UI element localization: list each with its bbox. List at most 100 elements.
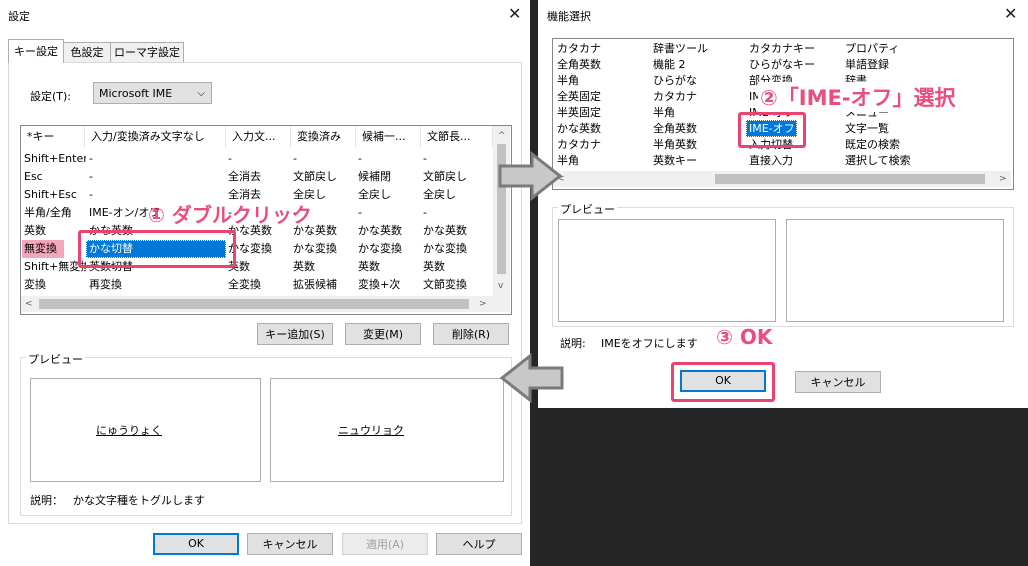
- cell-phrase: -: [423, 152, 427, 165]
- list-item[interactable]: 半角: [653, 105, 745, 121]
- cell-converted: 英数: [293, 260, 315, 273]
- list-item[interactable]: 文字一覧: [845, 121, 937, 137]
- column-header-phrase[interactable]: 文節長...: [421, 126, 493, 148]
- apply-button[interactable]: 適用(A): [342, 533, 428, 555]
- cell-candidates: かな変換: [358, 242, 402, 255]
- column-header-candidates[interactable]: 候補一...: [356, 126, 421, 148]
- list-item[interactable]: 半角: [557, 73, 649, 89]
- close-icon[interactable]: ✕: [1004, 6, 1017, 22]
- list-item[interactable]: プロパティ: [845, 41, 937, 57]
- cell-input: -: [228, 152, 232, 165]
- function-description-text: IMEをオフにします: [601, 337, 698, 350]
- function-preview-right: [786, 219, 1004, 322]
- list-item[interactable]: カタカナ: [557, 41, 649, 57]
- close-icon[interactable]: ✕: [508, 6, 521, 22]
- list-item[interactable]: ひらがなキー: [749, 57, 841, 73]
- list-item[interactable]: 半英固定: [557, 105, 649, 121]
- preview-hiragana-text: にゅうりょく: [96, 424, 162, 437]
- list-item[interactable]: 半角: [557, 153, 649, 169]
- list-item[interactable]: 辞書ツール: [653, 41, 745, 57]
- scroll-up-icon[interactable]: ^: [498, 128, 506, 144]
- cell-phrase: 文節変換: [423, 278, 467, 291]
- cancel-button[interactable]: キャンセル: [247, 533, 333, 555]
- cell-key: Shift+無変換: [24, 260, 86, 273]
- list-item[interactable]: 選択して検索: [845, 153, 937, 169]
- setting-select[interactable]: Microsoft IME ⌵: [93, 82, 212, 104]
- list-item[interactable]: カタカナ: [557, 137, 649, 153]
- cell-candidates: 候補閉: [358, 170, 391, 183]
- settings-dialog: 設定 ✕ キー設定 色設定 ローマ字設定 設定(T): Microsoft IM…: [0, 0, 530, 566]
- scroll-down-icon[interactable]: v: [498, 278, 503, 294]
- cell-no-input: -: [89, 170, 93, 183]
- scroll-right-icon[interactable]: >: [479, 296, 487, 312]
- list-item[interactable]: 英数キー: [653, 153, 745, 169]
- cell-no-input: -: [89, 152, 93, 165]
- tab-romaji-settings[interactable]: ローマ字設定: [110, 42, 184, 63]
- cell-key: 半角/全角: [24, 206, 72, 219]
- cell-converted: -: [293, 152, 297, 165]
- ok-button[interactable]: OK: [153, 533, 239, 555]
- list-item[interactable]: カタカナ: [653, 89, 745, 105]
- scroll-right-icon[interactable]: >: [999, 171, 1007, 187]
- column-header-no-input[interactable]: 入力/変換済み文字なし: [85, 126, 226, 148]
- column-header-input[interactable]: 入力文...: [226, 126, 291, 148]
- cell-converted: 文節戻し: [293, 170, 337, 183]
- add-key-button[interactable]: キー追加(S): [257, 323, 333, 345]
- change-button[interactable]: 変更(M): [345, 323, 421, 345]
- cell-converted: 拡張候補: [293, 278, 337, 291]
- chevron-down-icon: ⌵: [197, 88, 205, 99]
- table-row[interactable]: Esc - 全消去 文節戻し 候補閉 文節戻し: [21, 168, 493, 186]
- highlight-box-step3: [671, 362, 775, 402]
- function-dialog: 機能選択 ✕ カタカナ 全角英数 半角 全英固定 半英固定 かな英数 カタカナ 半角 辞書ツール…: [538, 0, 1028, 408]
- list-item[interactable]: 既定の検索: [845, 137, 937, 153]
- list-item[interactable]: ひらがな: [653, 73, 745, 89]
- tab-key-settings[interactable]: キー設定: [8, 39, 64, 63]
- callout-step1: ① ダブルクリック: [148, 203, 312, 227]
- list-item[interactable]: 全角英数: [557, 57, 649, 73]
- cell-input: かな変換: [228, 242, 272, 255]
- list-item[interactable]: 全角英数: [653, 121, 745, 137]
- tab-color-settings[interactable]: 色設定: [63, 42, 111, 63]
- cell-phrase: -: [423, 206, 427, 219]
- callout-step3: ③ OK: [716, 325, 773, 349]
- list-item[interactable]: 半角英数: [653, 137, 745, 153]
- scrollbar-thumb[interactable]: [39, 299, 469, 309]
- cell-phrase: かな変換: [423, 242, 467, 255]
- column-header-converted[interactable]: 変換済み: [291, 126, 356, 148]
- key-table-scrollbar[interactable]: < >: [21, 296, 493, 312]
- scroll-left-icon[interactable]: <: [25, 296, 33, 312]
- settings-tabs: キー設定 色設定 ローマ字設定: [8, 39, 508, 64]
- delete-button[interactable]: 削除(R): [433, 323, 509, 345]
- cell-converted: かな変換: [293, 242, 337, 255]
- function-description-label: 説明:: [560, 337, 586, 350]
- description-label: 説明：: [30, 494, 63, 507]
- function-preview-label: プレビュー: [558, 201, 617, 217]
- help-button[interactable]: ヘルプ: [436, 533, 522, 555]
- list-item[interactable]: 単語登録: [845, 57, 937, 73]
- arrow-left-icon: [499, 352, 564, 404]
- cell-key: Esc: [24, 170, 43, 183]
- list-item[interactable]: かな英数: [557, 121, 649, 137]
- cell-phrase: 英数: [423, 260, 445, 273]
- settings-dialog-title: 設定: [8, 10, 30, 23]
- arrow-right-icon: [498, 150, 563, 202]
- list-item[interactable]: 全英固定: [557, 89, 649, 105]
- callout-step2: ②「IME-オフ」選択: [758, 82, 958, 112]
- cell-phrase: かな英数: [423, 224, 467, 237]
- table-row[interactable]: Shift+Enter - - - - -: [21, 150, 493, 168]
- cell-phrase: 全戻し: [423, 188, 456, 201]
- function-list-scrollbar[interactable]: < >: [553, 171, 1011, 187]
- setting-label: 設定(T):: [30, 90, 72, 103]
- table-row[interactable]: 変換 再変換 全変換 拡張候補 変換+次 文節変換: [21, 276, 493, 294]
- function-cancel-button[interactable]: キャンセル: [795, 371, 881, 393]
- function-dialog-title: 機能選択: [547, 10, 591, 23]
- list-item[interactable]: 直接入力: [749, 153, 841, 169]
- list-item[interactable]: 機能 2: [653, 57, 745, 73]
- cell-candidates: 変換+次: [358, 278, 401, 291]
- scrollbar-thumb[interactable]: [715, 174, 985, 184]
- column-header-key[interactable]: *キー: [21, 126, 85, 148]
- cell-candidates: 全戻し: [358, 188, 391, 201]
- cell-candidates: -: [358, 206, 362, 219]
- list-item[interactable]: カタカナキー: [749, 41, 841, 57]
- cell-key: Shift+Enter: [24, 152, 86, 165]
